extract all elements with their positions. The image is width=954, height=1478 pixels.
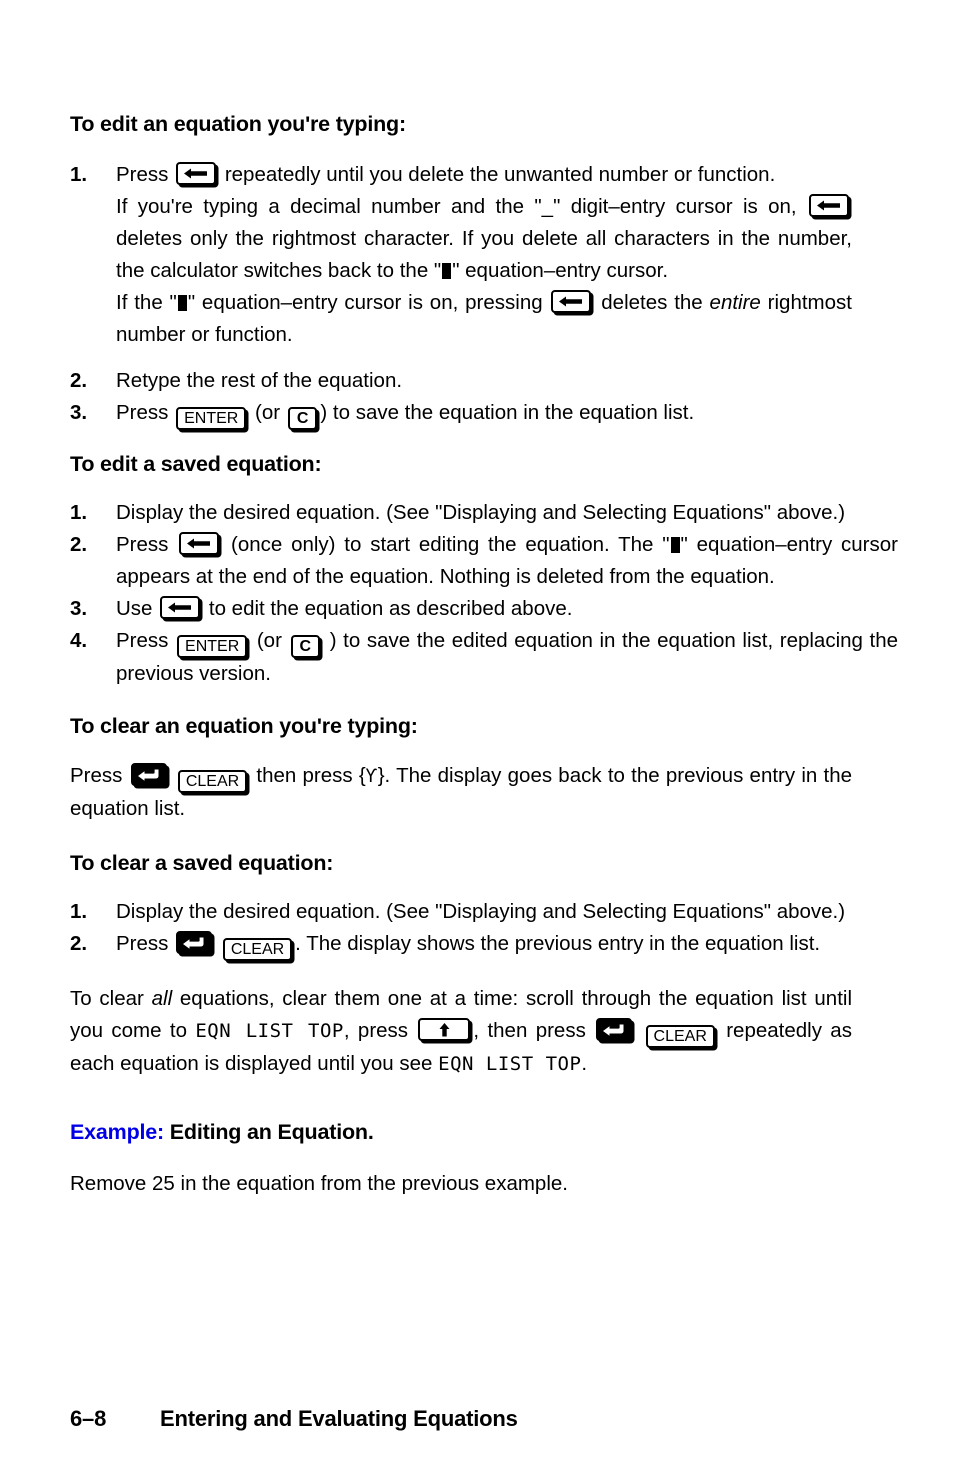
example-heading: Example: Editing an Equation. bbox=[70, 1120, 852, 1146]
step-text-after: repeatedly until you delete the unwanted… bbox=[224, 162, 776, 186]
example-label: Example: bbox=[70, 1120, 164, 1145]
section-heading-edit-typing: To edit an equation you're typing: bbox=[70, 112, 406, 136]
example-body-text: Remove 25 in the equation from the previ… bbox=[70, 1171, 568, 1195]
step-number: 2. bbox=[70, 532, 88, 556]
step-text-a: Press bbox=[116, 400, 169, 424]
list-item: 2. Press CLEAR. The display shows the pr… bbox=[70, 928, 852, 962]
list-item: 1. Display the desired equation. (See "D… bbox=[70, 497, 898, 529]
chapter-title: Entering and Evaluating Equations bbox=[160, 1406, 518, 1431]
enter-key[interactable]: ENTER bbox=[177, 634, 248, 658]
c-key[interactable]: C bbox=[287, 406, 318, 430]
backspace-key-icon[interactable] bbox=[160, 595, 201, 619]
paragraph-text-b: then press { bbox=[256, 764, 366, 788]
step-text-b: to edit the equation as described above. bbox=[208, 596, 573, 620]
paragraph-digit-entry-cursor: If you're typing a decimal number and th… bbox=[116, 191, 852, 287]
step-text-b: (or bbox=[256, 628, 282, 652]
clear-key[interactable]: CLEAR bbox=[222, 938, 293, 962]
section-heading-clear-saved: To clear a saved equation: bbox=[70, 851, 334, 876]
paragraph-text-d: , then press bbox=[473, 1019, 586, 1043]
up-arrow-key-icon[interactable] bbox=[418, 1018, 471, 1042]
list-item: 3. Press ENTER (or C) to save the equati… bbox=[70, 397, 852, 430]
calculator-display-text-eqn-list-top: EQN LIST TOP bbox=[195, 1020, 344, 1043]
list-item: 4. Press ENTER (or C ) to save the edite… bbox=[70, 625, 898, 690]
backspace-key-icon[interactable] bbox=[176, 161, 217, 185]
step-text-c: ) to save the equation in the equation l… bbox=[320, 400, 695, 424]
step-text: Display the desired equation. (See "Disp… bbox=[116, 900, 846, 924]
step-number: 2. bbox=[70, 932, 88, 956]
paragraph-text-a: To clear bbox=[70, 987, 144, 1011]
list-item: 3. Use to edit the equation as described… bbox=[70, 593, 852, 625]
step-text-b: (or bbox=[255, 400, 281, 424]
page-number: 6–8 bbox=[70, 1406, 107, 1431]
step-text-a: Press bbox=[116, 628, 169, 652]
list-item: 1. Press repeatedly until you delete the… bbox=[70, 159, 852, 191]
calculator-display-text-eqn-list-top: EQN LIST TOP bbox=[438, 1053, 582, 1076]
enter-key[interactable]: ENTER bbox=[176, 406, 247, 430]
backspace-key-icon[interactable] bbox=[179, 531, 220, 555]
document-page: To edit an equation you're typing: 1. Pr… bbox=[70, 0, 898, 1478]
list-item: 2. Retype the rest of the equation. bbox=[70, 365, 852, 397]
equation-entry-cursor-icon bbox=[442, 262, 452, 279]
equation-entry-cursor-icon bbox=[177, 294, 187, 311]
c-key[interactable]: C bbox=[290, 634, 321, 658]
paragraph-text-f: . bbox=[581, 1052, 588, 1076]
step-list-edit-saved: 1. Display the desired equation. (See "D… bbox=[70, 497, 898, 690]
list-item: 2. Press (once only) to start editing th… bbox=[70, 529, 898, 593]
paragraph-text-b: " equation–entry cursor is on, pressing bbox=[187, 290, 543, 314]
step-number: 1. bbox=[70, 500, 88, 524]
clear-key[interactable]: CLEAR bbox=[177, 770, 248, 794]
list-item: 1. Display the desired equation. (See "D… bbox=[70, 896, 898, 928]
backspace-key-icon[interactable] bbox=[551, 289, 592, 313]
step-list-edit-typing-cont: 2. Retype the rest of the equation. 3. P… bbox=[70, 365, 852, 430]
shift-key-icon[interactable] bbox=[596, 1018, 633, 1042]
step-text-a: Use bbox=[116, 596, 153, 620]
step-number: 1. bbox=[70, 162, 88, 186]
equation-entry-cursor-icon bbox=[670, 536, 680, 553]
paragraph-equation-entry-cursor: If the " " equation–entry cursor is on, p… bbox=[116, 287, 852, 351]
section-heading-clear-typing: To clear an equation you're typing: bbox=[70, 713, 418, 738]
shift-key-icon[interactable] bbox=[176, 931, 213, 955]
step-text-a: Press bbox=[116, 532, 169, 556]
shift-key-icon[interactable] bbox=[130, 763, 167, 787]
example-title: Editing an Equation. bbox=[169, 1120, 374, 1145]
step-number: 1. bbox=[70, 900, 88, 924]
step-number: 4. bbox=[70, 628, 88, 652]
step-number: 3. bbox=[70, 596, 88, 620]
paragraph-text-a: If you're typing a decimal number and th… bbox=[116, 194, 797, 218]
calculator-display-glyph-y: Ƴ bbox=[365, 765, 378, 788]
step-number: 2. bbox=[70, 368, 88, 392]
paragraph-text-a: If the " bbox=[116, 290, 177, 314]
step-text: Retype the rest of the equation. bbox=[116, 368, 403, 392]
paragraph-text-a: Press bbox=[70, 764, 123, 788]
emphasis-all: all bbox=[151, 987, 173, 1011]
paragraph-clear-all-equations: To clear all equations, clear them one a… bbox=[70, 983, 852, 1080]
step-list-clear-saved: 1. Display the desired equation. (See "D… bbox=[70, 896, 852, 962]
step-text-b: (once only) to start editing the equatio… bbox=[231, 532, 670, 556]
step-text-b: . The display shows the previous entry i… bbox=[295, 932, 821, 956]
step-number: 3. bbox=[70, 400, 88, 424]
emphasis-entire: entire bbox=[709, 290, 761, 314]
page-footer: 6–8 Entering and Evaluating Equations bbox=[70, 1406, 518, 1432]
backspace-key-icon[interactable] bbox=[809, 193, 849, 217]
step-text-before: Press bbox=[116, 162, 169, 186]
paragraph-clear-typing: Press CLEAR then press {Ƴ}. The display … bbox=[70, 760, 852, 825]
clear-key[interactable]: CLEAR bbox=[645, 1025, 715, 1049]
section-heading-edit-saved: To edit a saved equation: bbox=[70, 451, 322, 476]
paragraph-text-c: deletes the bbox=[601, 290, 703, 314]
paragraph-text-c: " equation–entry cursor. bbox=[452, 258, 669, 282]
step-text-a: Press bbox=[116, 932, 169, 956]
paragraph-text-c: , press bbox=[343, 1019, 409, 1043]
step-list-edit-typing: 1. Press repeatedly until you delete the… bbox=[70, 159, 852, 191]
step-text: Display the desired equation. (See "Disp… bbox=[116, 500, 846, 524]
